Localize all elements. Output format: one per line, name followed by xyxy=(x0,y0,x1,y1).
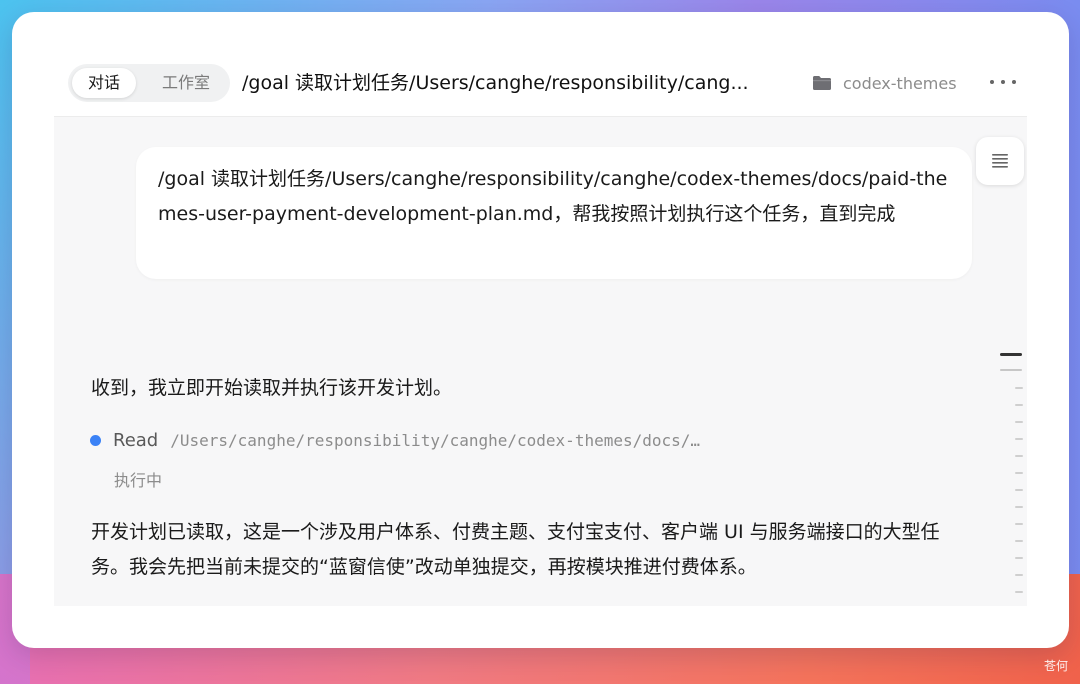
minimap-tick xyxy=(1015,523,1023,525)
minimap-tick xyxy=(1015,489,1023,491)
minimap-tick xyxy=(1015,438,1023,440)
mode-switch: 对话 工作室 xyxy=(68,64,230,102)
minimap-tick xyxy=(1015,540,1023,542)
tool-action-label: Read xyxy=(113,429,159,451)
status-dot xyxy=(90,434,101,446)
assistant-followup: 开发计划已读取，这是一个涉及用户体系、付费主题、支付宝支付、客户端 UI 与服务… xyxy=(91,521,940,578)
minimap-tick xyxy=(1015,557,1023,559)
tool-call-read[interactable]: Read /Users/canghe/responsibility/canghe… xyxy=(90,427,790,453)
more-horizontal-icon[interactable] xyxy=(990,72,1016,92)
minimap-current-marker xyxy=(1000,353,1022,356)
minimap-tick xyxy=(1015,591,1023,593)
conversation-panel: /goal 读取计划任务/Users/canghe/responsibility… xyxy=(54,117,1027,606)
tab-studio[interactable]: 工作室 xyxy=(146,68,226,98)
project-selector[interactable]: codex-themes xyxy=(812,70,957,96)
minimap-tick xyxy=(1015,506,1023,508)
watermark: 苍何 xyxy=(1044,659,1069,673)
tool-path: /Users/canghe/responsibility/canghe/code… xyxy=(170,430,701,450)
assistant-intro: 收到，我立即开始读取并执行该开发计划。 xyxy=(91,377,453,399)
minimap-tick xyxy=(1015,387,1023,389)
tool-status: 执行中 xyxy=(114,471,163,490)
app-window: 对话 工作室 /goal 读取计划任务/Users/canghe/respons… xyxy=(12,12,1069,648)
minimap-tick xyxy=(1015,421,1023,423)
user-message: /goal 读取计划任务/Users/canghe/responsibility… xyxy=(136,147,972,279)
folder-icon xyxy=(813,76,831,90)
conversation-title: /goal 读取计划任务/Users/canghe/responsibility… xyxy=(242,72,749,94)
minimap-marker xyxy=(1000,369,1022,371)
minimap-tick xyxy=(1015,455,1023,457)
minimap-tick xyxy=(1015,574,1023,576)
tab-chat[interactable]: 对话 xyxy=(72,68,136,98)
conversation-minimap[interactable] xyxy=(1000,117,1027,606)
minimap-tick xyxy=(1015,404,1023,406)
project-name: codex-themes xyxy=(843,73,957,93)
minimap-tick xyxy=(1015,472,1023,474)
